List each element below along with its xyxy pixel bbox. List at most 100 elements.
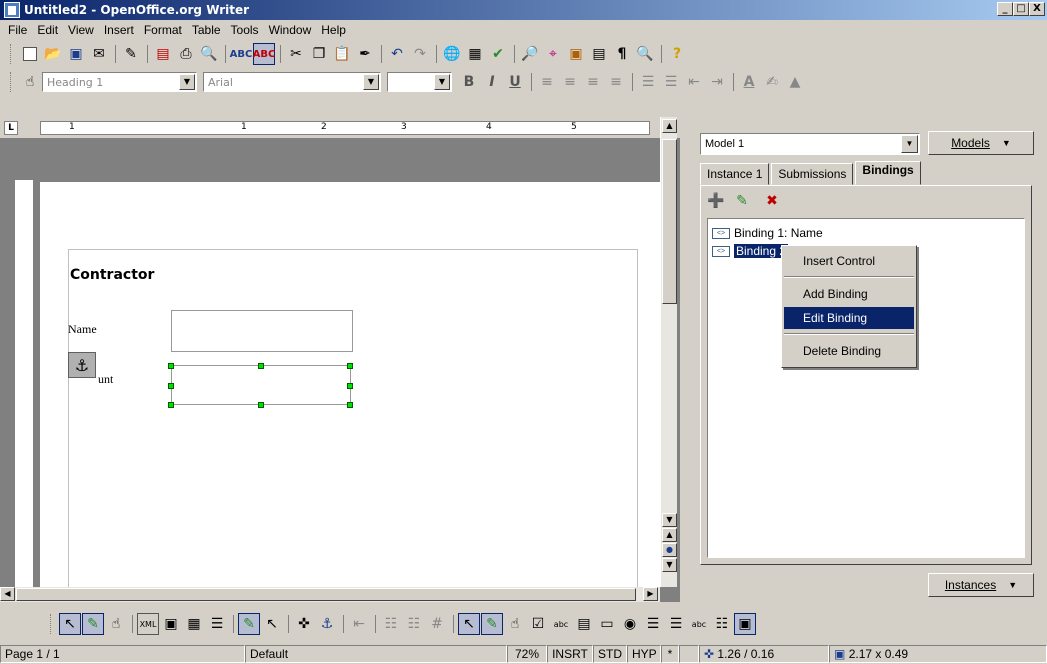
page-preview-icon[interactable]: 🔍: [198, 43, 220, 65]
tree-item-binding-1[interactable]: <> Binding 1: Name: [712, 225, 823, 241]
open-icon[interactable]: 📂: [42, 43, 64, 65]
print-icon[interactable]: ⎙: [175, 43, 197, 65]
chevron-down-icon[interactable]: ▼: [363, 74, 379, 90]
close-button[interactable]: X: [1029, 2, 1045, 16]
paste-icon[interactable]: 📋: [331, 43, 353, 65]
zoom-icon[interactable]: 🔍: [634, 43, 656, 65]
resize-handle[interactable]: [347, 383, 353, 389]
menu-file[interactable]: File: [4, 23, 33, 37]
resize-handle[interactable]: [347, 363, 353, 369]
menu-item-edit-binding[interactable]: Edit Binding: [784, 307, 914, 329]
toolbar-grip[interactable]: [10, 44, 13, 64]
horizontal-scroll-thumb[interactable]: [16, 588, 636, 601]
position-size-icon[interactable]: ✜: [293, 613, 315, 635]
control-icon[interactable]: ☝: [105, 613, 127, 635]
helplines-icon[interactable]: #: [426, 613, 448, 635]
open-design-mode-icon[interactable]: ✎: [238, 613, 260, 635]
horizontal-ruler[interactable]: L 1 1 2 3 4 5: [0, 117, 680, 139]
show-draw-functions-icon[interactable]: ✔: [487, 43, 509, 65]
anchor-icon[interactable]: ⚓: [68, 352, 96, 378]
more-controls-icon[interactable]: ☷: [711, 613, 733, 635]
snap-to-grid-icon[interactable]: ☷: [403, 613, 425, 635]
page-indicator[interactable]: Page 1 / 1: [0, 645, 245, 663]
menu-window[interactable]: Window: [265, 23, 318, 37]
push-button-icon[interactable]: ▭: [596, 613, 618, 635]
gallery-icon[interactable]: ▣: [565, 43, 587, 65]
select-icon[interactable]: ↖: [458, 613, 480, 635]
format-paintbrush-icon[interactable]: ✒: [354, 43, 376, 65]
font-color-icon[interactable]: A: [738, 71, 760, 93]
menu-table[interactable]: Table: [188, 23, 227, 37]
scroll-up-icon[interactable]: ▲: [662, 119, 677, 133]
edit-binding-icon[interactable]: ✎: [731, 190, 753, 212]
undo-icon[interactable]: ↶: [386, 43, 408, 65]
instances-button[interactable]: Instances ▼: [928, 573, 1034, 597]
tab-submissions[interactable]: Submissions: [771, 163, 854, 185]
alignment-icon[interactable]: ⇤: [348, 613, 370, 635]
form-icon[interactable]: ▣: [160, 613, 182, 635]
scroll-right-icon[interactable]: ▶: [643, 587, 658, 601]
increase-indent-icon[interactable]: ⇥: [706, 71, 728, 93]
new-document-icon[interactable]: [19, 43, 41, 65]
resize-handle[interactable]: [258, 363, 264, 369]
redo-icon[interactable]: ↷: [409, 43, 431, 65]
font-name-combo[interactable]: Arial ▼: [203, 72, 381, 92]
highlighting-icon[interactable]: ✍: [761, 71, 783, 93]
decrease-indent-icon[interactable]: ⇤: [683, 71, 705, 93]
minimize-button[interactable]: _: [997, 2, 1013, 16]
menu-item-delete-binding[interactable]: Delete Binding: [784, 340, 914, 362]
navigator-icon[interactable]: ⌖: [542, 43, 564, 65]
digital-signature[interactable]: [679, 645, 699, 663]
insert-mode[interactable]: INSRT: [547, 645, 593, 663]
autospellcheck-icon[interactable]: ABC: [253, 43, 275, 65]
previous-page-icon[interactable]: ▲: [662, 528, 677, 542]
table-icon[interactable]: ▦: [464, 43, 486, 65]
save-icon[interactable]: ▣: [65, 43, 87, 65]
data-sources-icon[interactable]: ▤: [588, 43, 610, 65]
navigation-icon[interactable]: ●: [662, 543, 677, 557]
help-icon[interactable]: ?: [666, 43, 688, 65]
chevron-down-icon[interactable]: ▼: [434, 74, 450, 90]
anchor-toolbar-icon[interactable]: ⚓: [316, 613, 338, 635]
copy-icon[interactable]: ❐: [308, 43, 330, 65]
resize-handle[interactable]: [168, 383, 174, 389]
menu-help[interactable]: Help: [317, 23, 352, 37]
selected-text-field[interactable]: [171, 365, 351, 405]
bold-button[interactable]: B: [458, 71, 480, 93]
numbering-icon[interactable]: ☰: [637, 71, 659, 93]
menu-view[interactable]: View: [64, 23, 100, 37]
option-button-icon[interactable]: ◉: [619, 613, 641, 635]
menu-format[interactable]: Format: [140, 23, 188, 37]
list-box-icon[interactable]: ☰: [642, 613, 664, 635]
menu-insert[interactable]: Insert: [100, 23, 140, 37]
resize-handle[interactable]: [168, 402, 174, 408]
tree-item-binding-2[interactable]: <> Binding 2: [712, 243, 789, 259]
document-page[interactable]: Contractor Name ⚓ unt: [40, 182, 660, 602]
chevron-down-icon[interactable]: ▼: [901, 135, 918, 153]
text-box-icon[interactable]: abc: [550, 613, 572, 635]
delete-binding-icon[interactable]: ✖: [761, 190, 783, 212]
models-button[interactable]: Models ▼: [928, 131, 1034, 155]
label-field-icon[interactable]: abc: [688, 613, 710, 635]
nonprinting-characters-icon[interactable]: ¶: [611, 43, 633, 65]
zoom-level[interactable]: 72%: [507, 645, 547, 663]
bullets-icon[interactable]: ☰: [660, 71, 682, 93]
auto-focus-icon[interactable]: ↖: [261, 613, 283, 635]
styles-formatting-icon[interactable]: ☝: [19, 71, 41, 93]
background-color-icon[interactable]: ▲: [784, 71, 806, 93]
font-size-combo[interactable]: ▼: [387, 72, 452, 92]
vertical-ruler[interactable]: [14, 179, 34, 594]
hyperlink-icon[interactable]: 🌐: [441, 43, 463, 65]
toolbar-grip[interactable]: [50, 614, 53, 634]
edit-file-icon[interactable]: ✎: [120, 43, 142, 65]
scroll-left-icon[interactable]: ◀: [0, 587, 15, 601]
formatted-field-icon[interactable]: ▤: [573, 613, 595, 635]
display-grid-icon[interactable]: ☷: [380, 613, 402, 635]
toolbar-grip[interactable]: [10, 72, 13, 92]
name-text-field[interactable]: [171, 310, 353, 352]
next-page-icon[interactable]: ▼: [662, 558, 677, 572]
design-mode-toggle-icon[interactable]: ✎: [481, 613, 503, 635]
paragraph-style-combo[interactable]: Heading 1 ▼: [42, 72, 197, 92]
scroll-down-icon[interactable]: ▼: [662, 513, 677, 527]
align-left-icon[interactable]: ≡: [536, 71, 558, 93]
